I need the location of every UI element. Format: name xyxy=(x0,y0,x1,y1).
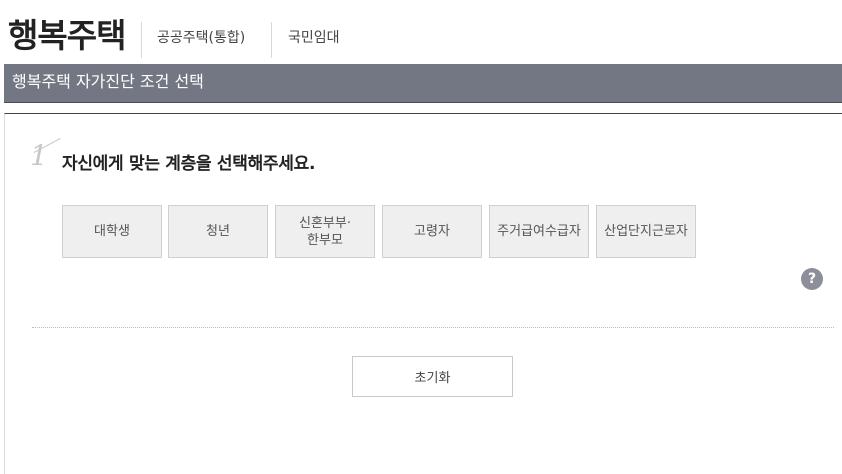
help-icon[interactable]: ? xyxy=(801,268,823,290)
option-label: 대학생 xyxy=(94,224,130,239)
nav-separator xyxy=(141,22,142,58)
divider xyxy=(32,327,834,328)
option-industrial-complex-worker[interactable]: 산업단지근로자 xyxy=(596,205,696,258)
option-label: 신혼부부· 한부모 xyxy=(299,215,351,248)
header: 행복주택 공공주택(통합) 국민임대 xyxy=(0,0,842,64)
reset-button[interactable]: 초기화 xyxy=(352,356,513,397)
option-label: 주거급여수급자 xyxy=(497,224,581,239)
nav-item-public-housing[interactable]: 공공주택(통합) xyxy=(157,28,245,48)
title-bar: 행복주택 자가진단 조건 선택 xyxy=(4,64,842,103)
brand-logo[interactable]: 행복주택 xyxy=(8,14,126,58)
option-newlywed-single-parent[interactable]: 신혼부부· 한부모 xyxy=(275,205,375,258)
option-college-student[interactable]: 대학생 xyxy=(62,205,162,258)
option-elderly[interactable]: 고령자 xyxy=(382,205,482,258)
page-title: 행복주택 자가진단 조건 선택 xyxy=(12,72,204,91)
option-label: 청년 xyxy=(206,224,230,239)
step-question: 자신에게 맞는 계층을 선택해주세요. xyxy=(62,154,316,174)
nav-item-national-rental[interactable]: 국민임대 xyxy=(288,28,340,48)
nav-separator xyxy=(271,22,272,58)
option-housing-benefit-recipient[interactable]: 주거급여수급자 xyxy=(489,205,589,258)
option-youth[interactable]: 청년 xyxy=(168,205,268,258)
option-label: 산업단지근로자 xyxy=(604,224,688,239)
option-label: 고령자 xyxy=(414,224,450,239)
